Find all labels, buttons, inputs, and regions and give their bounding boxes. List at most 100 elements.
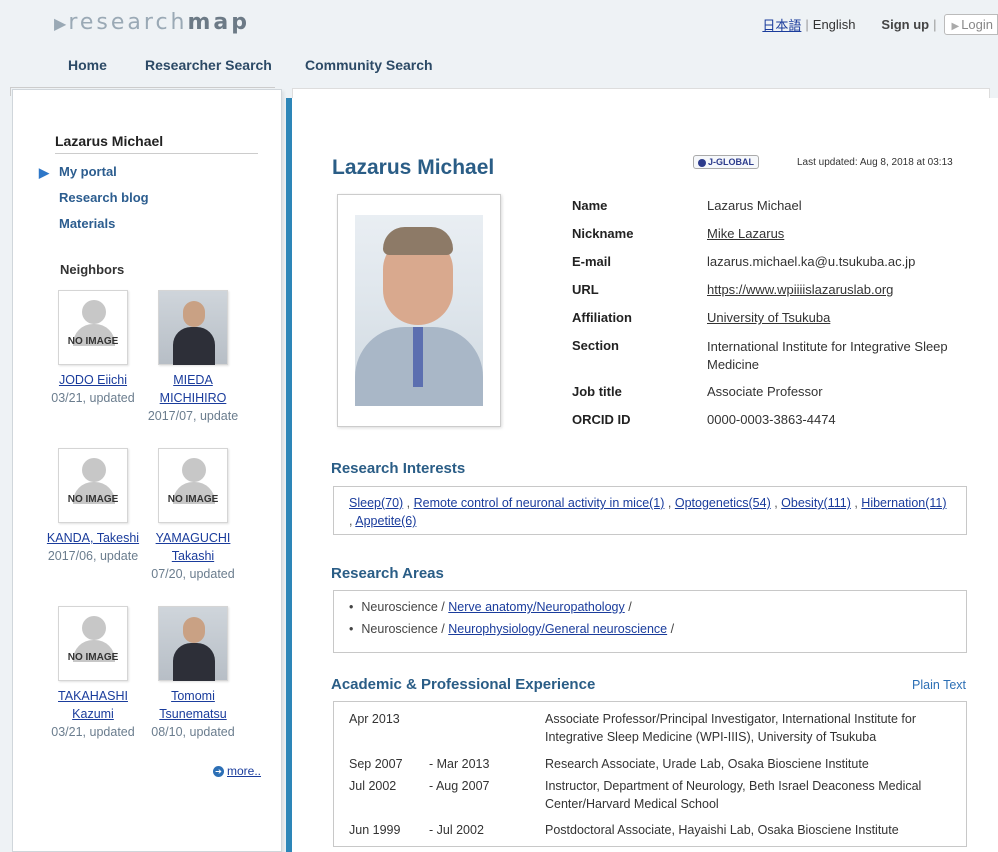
neighbor-name: JODO Eiichi (43, 371, 143, 389)
neighbor-updated: 2017/06, update (47, 549, 139, 563)
info-label: Job title (572, 384, 622, 399)
research-areas-title: Research Areas (331, 565, 444, 582)
separator: , (403, 496, 414, 510)
play-triangle-icon: ▶ (951, 21, 960, 32)
neighbor-card: NO IMAGE KANDA, Takeshi 2017/06, update (43, 448, 143, 565)
neighbor-updated: 03/21, updated (51, 725, 135, 739)
login-button[interactable]: ▶ Login (944, 14, 998, 35)
last-updated: Last updated: Aug 8, 2018 at 03:13 (797, 157, 953, 168)
info-value: 0000-0003-3863-4474 (707, 412, 836, 427)
experience-desc: Associate Professor/Principal Investigat… (545, 712, 917, 744)
info-label: E-mail (572, 254, 612, 269)
sidebar-item-my-portal[interactable]: ▶ My portal (39, 164, 149, 190)
interest-link[interactable]: Appetite(6) (355, 514, 416, 528)
neighbor-photo[interactable]: NO IMAGE (58, 606, 128, 681)
neighbor-name-link[interactable]: KANDA, Takeshi (47, 531, 139, 545)
info-label: URL (572, 282, 599, 297)
research-interests-title: Research Interests (331, 460, 466, 477)
neighbor-photo[interactable]: NO IMAGE (58, 448, 128, 523)
experience-desc: Research Associate, Urade Lab, Osaka Bio… (545, 757, 869, 771)
info-value: lazarus.michael.ka@u.tsukuba.ac.jp (707, 254, 916, 269)
separator: , (770, 496, 782, 510)
experience-from: Sep 2007 (349, 757, 403, 771)
no-image-label: NO IMAGE (67, 336, 119, 347)
experience-desc: Postdoctoral Associate, Hayaishi Lab, Os… (545, 823, 899, 837)
interest-link[interactable]: Obesity(111) (781, 496, 851, 510)
interest-link[interactable]: Optogenetics(54) (675, 496, 771, 510)
info-value[interactable]: University of Tsukuba (707, 310, 830, 325)
sidebar-item-research-blog[interactable]: Research blog (59, 190, 149, 216)
arrow-right-circle-icon: ➔ (213, 766, 224, 778)
neighbor-photo[interactable]: NO IMAGE (58, 290, 128, 365)
separator: / (667, 622, 675, 636)
researchmap-logo[interactable]: ▶researchmap (54, 10, 250, 35)
info-label: Name (572, 198, 608, 213)
lang-english[interactable]: English (813, 17, 856, 32)
nav-researcher-search[interactable]: Researcher Search (145, 57, 272, 73)
nav-community-search[interactable]: Community Search (305, 57, 433, 73)
area-topic-link[interactable]: Nerve anatomy/Neuropathology (448, 600, 625, 614)
neighbor-name-link[interactable]: TAKAHASHI Kazumi (58, 689, 128, 721)
neighbor-card: Tomomi Tsunematsu 08/10, updated (143, 606, 243, 741)
researcher-name: Lazarus Michael (332, 156, 495, 179)
sidebar-title: Lazarus Michael (55, 133, 258, 154)
sidebar: Lazarus Michael ▶ My portal Research blog… (10, 87, 282, 852)
neighbor-photo[interactable] (158, 606, 228, 681)
neighbors-title: Neighbors (60, 262, 125, 277)
neighbor-card: NO IMAGE TAKAHASHI Kazumi 03/21, updated (43, 606, 143, 741)
neighbor-name-link[interactable]: YAMAGUCHI Takashi (156, 531, 231, 563)
interest-link[interactable]: Hibernation(11) (861, 496, 946, 510)
experience-to: - Aug 2007 (429, 779, 490, 793)
active-triangle-icon: ▶ (39, 165, 49, 180)
neighbor-name-link[interactable]: JODO Eiichi (59, 373, 127, 387)
experience-from: Apr 2013 (349, 712, 400, 726)
neighbor-card: NO IMAGE YAMAGUCHI Takashi 07/20, updated (143, 448, 243, 583)
experience-table: Apr 2013 Associate Professor/Principal In… (333, 701, 967, 847)
info-value: International Institute for Integrative … (707, 339, 948, 372)
header: ▶researchmap 日本語 | English Sign up | ▶ Lo… (0, 0, 998, 82)
experience-title: Academic & Professional Experience (331, 676, 596, 693)
plain-text-link[interactable]: Plain Text (912, 678, 966, 692)
neighbor-updated: 03/21, updated (51, 391, 135, 405)
jglobal-button[interactable]: J-GLOBAL (693, 155, 759, 169)
area-field: Neuroscience / (361, 622, 449, 636)
placeholder-icon (182, 458, 206, 482)
info-value[interactable]: https://www.wpiiiislazaruslab.org (707, 282, 893, 297)
info-value[interactable]: Mike Lazarus (707, 226, 784, 241)
info-label: Nickname (572, 226, 634, 241)
interest-link[interactable]: Sleep(70) (349, 496, 403, 510)
info-label: Section (572, 338, 619, 353)
profile-panel: Lazarus Michael J-GLOBAL Last updated: A… (286, 98, 998, 852)
separator: | (933, 17, 937, 32)
separator: , (850, 496, 862, 510)
more-link[interactable]: ➔ more.. (213, 764, 261, 778)
separator: | (805, 17, 809, 32)
placeholder-icon (82, 300, 106, 324)
header-links: 日本語 | English Sign up | ▶ Login (762, 14, 998, 35)
placeholder-icon (82, 458, 106, 482)
nav-home[interactable]: Home (68, 57, 107, 73)
research-area-item: Neuroscience / Neurophysiology/General n… (349, 618, 951, 640)
info-label: Affiliation (572, 310, 632, 325)
experience-to: - Jul 2002 (429, 823, 484, 837)
signup-link[interactable]: Sign up (881, 17, 929, 32)
no-image-label: NO IMAGE (67, 652, 119, 663)
sidebar-links: ▶ My portal Research blog Materials (39, 164, 149, 242)
sidebar-item-materials[interactable]: Materials (59, 216, 149, 242)
main-panel-edge (292, 88, 990, 98)
neighbor-name-link[interactable]: MIEDA MICHIHIRO (160, 373, 227, 405)
portrait-image (183, 301, 205, 327)
research-interests-box: Sleep(70) , Remote control of neuronal a… (333, 486, 967, 535)
interest-link[interactable]: Remote control of neuronal activity in m… (414, 496, 665, 510)
area-field: Neuroscience / (361, 600, 449, 614)
neighbor-photo[interactable] (158, 290, 228, 365)
neighbor-photo[interactable]: NO IMAGE (158, 448, 228, 523)
info-label: ORCID ID (572, 412, 631, 427)
lang-japanese-link[interactable]: 日本語 (762, 15, 801, 34)
area-topic-link[interactable]: Neurophysiology/General neuroscience (448, 622, 667, 636)
separator: / (624, 600, 632, 614)
neighbor-name-link[interactable]: Tomomi Tsunematsu (159, 689, 226, 721)
no-image-label: NO IMAGE (67, 494, 119, 505)
neighbor-updated: 2017/07, update (147, 409, 239, 423)
info-value: Associate Professor (707, 384, 823, 399)
